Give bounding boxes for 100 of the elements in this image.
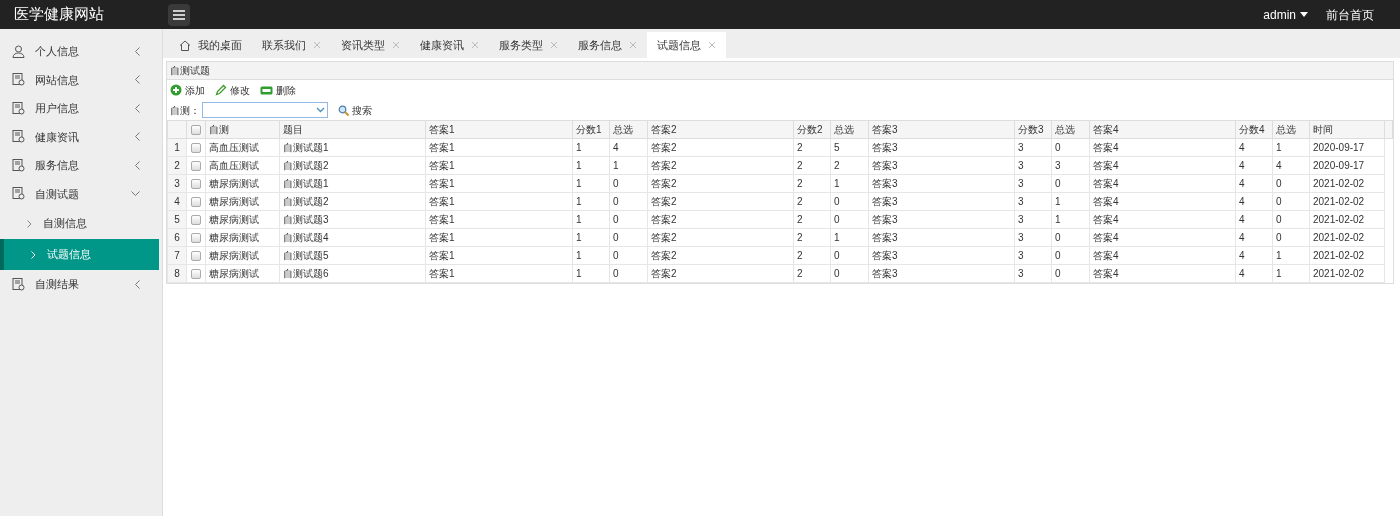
table-cell: 自测试题5 bbox=[279, 246, 426, 265]
table-cell: 0 bbox=[1051, 174, 1090, 193]
table-cell: 2 bbox=[793, 210, 831, 229]
search-button[interactable]: 搜索 bbox=[338, 102, 372, 118]
tab[interactable]: 试题信息 bbox=[647, 32, 726, 58]
chevron-right-icon bbox=[31, 250, 36, 259]
table-cell: 2021-02-02 bbox=[1309, 174, 1385, 193]
close-icon[interactable] bbox=[629, 41, 637, 49]
table-cell: 糖尿病测试 bbox=[205, 174, 280, 193]
column-header[interactable]: 答案4 bbox=[1089, 120, 1236, 139]
document-icon bbox=[12, 73, 25, 87]
tab[interactable]: 我的桌面 bbox=[169, 32, 252, 58]
close-icon[interactable] bbox=[550, 41, 558, 49]
table-cell: 答案2 bbox=[647, 156, 794, 175]
column-header[interactable]: 总选 bbox=[830, 120, 869, 139]
sidebar-subitem[interactable]: 自测信息 bbox=[0, 208, 162, 239]
checkbox[interactable] bbox=[191, 179, 201, 190]
column-header[interactable]: 分数1 bbox=[572, 120, 610, 139]
close-icon[interactable] bbox=[313, 41, 321, 49]
table-cell: 4 bbox=[1235, 228, 1273, 247]
table-cell: 0 bbox=[609, 264, 648, 283]
column-header[interactable]: 总选 bbox=[1272, 120, 1310, 139]
column-header[interactable]: 答案3 bbox=[868, 120, 1015, 139]
column-header[interactable]: 分数4 bbox=[1235, 120, 1273, 139]
checkbox[interactable] bbox=[191, 143, 201, 154]
checkbox[interactable] bbox=[191, 197, 201, 208]
table-cell: 答案1 bbox=[425, 192, 573, 211]
delete-button[interactable]: 删除 bbox=[260, 82, 296, 98]
add-button[interactable]: 添加 bbox=[170, 82, 205, 98]
checkbox[interactable] bbox=[191, 215, 201, 226]
table-cell: 答案2 bbox=[647, 138, 794, 157]
tab[interactable]: 资讯类型 bbox=[331, 32, 410, 58]
sidebar-item[interactable]: 个人信息 bbox=[0, 37, 162, 66]
table-cell: 答案2 bbox=[647, 246, 794, 265]
close-icon[interactable] bbox=[471, 41, 479, 49]
table-cell: 答案3 bbox=[868, 228, 1015, 247]
table-cell: 答案4 bbox=[1089, 138, 1236, 157]
checkbox[interactable] bbox=[191, 269, 201, 280]
home-link[interactable]: 前台首页 bbox=[1326, 5, 1374, 24]
tab[interactable]: 服务信息 bbox=[568, 32, 647, 58]
table-cell: 1 bbox=[1272, 246, 1310, 265]
table-cell: 高血压测试 bbox=[205, 138, 280, 157]
table-cell: 1 bbox=[572, 264, 610, 283]
table-cell: 5 bbox=[830, 138, 869, 157]
column-header[interactable]: 总选 bbox=[609, 120, 648, 139]
table-cell: 答案2 bbox=[647, 192, 794, 211]
table-cell: 答案4 bbox=[1089, 174, 1236, 193]
user-menu[interactable]: admin bbox=[1263, 5, 1308, 24]
site-title: 医学健康网站 bbox=[13, 4, 105, 25]
table-cell: 4 bbox=[1235, 156, 1273, 175]
close-icon[interactable] bbox=[708, 41, 716, 49]
tab[interactable]: 服务类型 bbox=[489, 32, 568, 58]
table-cell: 2 bbox=[793, 174, 831, 193]
sidebar-item[interactable]: 服务信息 bbox=[0, 151, 162, 180]
table-cell: 答案2 bbox=[647, 264, 794, 283]
table-cell: 1 bbox=[1272, 264, 1310, 283]
sidebar-item[interactable]: 用户信息 bbox=[0, 94, 162, 123]
sidebar-item[interactable]: 网站信息 bbox=[0, 65, 162, 94]
table-cell: 3 bbox=[1014, 264, 1052, 283]
table-cell: 答案4 bbox=[1089, 228, 1236, 247]
checkbox[interactable] bbox=[191, 125, 201, 136]
sidebar-item[interactable]: 自测结果 bbox=[0, 270, 162, 299]
edit-button[interactable]: 修改 bbox=[215, 82, 250, 98]
table-cell: 3 bbox=[1051, 156, 1090, 175]
table-cell: 0 bbox=[830, 264, 869, 283]
tab[interactable]: 联系我们 bbox=[252, 32, 331, 58]
column-header[interactable]: 题目 bbox=[279, 120, 426, 139]
tab[interactable]: 健康资讯 bbox=[410, 32, 489, 58]
table-cell: 2021-02-02 bbox=[1309, 264, 1385, 283]
filter-label: 自测： bbox=[170, 103, 200, 118]
table-cell: 高血压测试 bbox=[205, 156, 280, 175]
table-cell: 0 bbox=[609, 192, 648, 211]
table-cell: 答案1 bbox=[425, 138, 573, 157]
column-header[interactable]: 答案2 bbox=[647, 120, 794, 139]
table-cell: 2020-09-17 bbox=[1309, 156, 1385, 175]
sidebar-item[interactable]: 健康资讯 bbox=[0, 122, 162, 151]
column-header[interactable]: 自测 bbox=[205, 120, 280, 139]
table-cell: 3 bbox=[1014, 174, 1052, 193]
filter-select[interactable] bbox=[202, 102, 328, 118]
dropdown-icon bbox=[316, 107, 325, 113]
table-cell: 1 bbox=[830, 174, 869, 193]
plus-icon bbox=[170, 84, 182, 96]
sidebar-subitem[interactable]: 试题信息 bbox=[0, 239, 159, 270]
table-cell: 答案3 bbox=[868, 174, 1015, 193]
column-header[interactable]: 分数3 bbox=[1014, 120, 1052, 139]
table-cell: 答案1 bbox=[425, 228, 573, 247]
column-header[interactable]: 分数2 bbox=[793, 120, 831, 139]
checkbox[interactable] bbox=[191, 251, 201, 262]
column-header[interactable]: 总选 bbox=[1051, 120, 1090, 139]
menu-button[interactable] bbox=[168, 3, 190, 26]
close-icon[interactable] bbox=[392, 41, 400, 49]
column-header[interactable]: 答案1 bbox=[425, 120, 573, 139]
checkbox[interactable] bbox=[191, 233, 201, 244]
sidebar-item[interactable]: 自测试题 bbox=[0, 179, 162, 208]
person-icon bbox=[12, 44, 25, 58]
checkbox[interactable] bbox=[191, 161, 201, 172]
table-cell: 3 bbox=[1014, 156, 1052, 175]
table-cell: 糖尿病测试 bbox=[205, 246, 280, 265]
column-header[interactable]: 时间 bbox=[1309, 120, 1385, 139]
table-cell: 2021-02-02 bbox=[1309, 246, 1385, 265]
